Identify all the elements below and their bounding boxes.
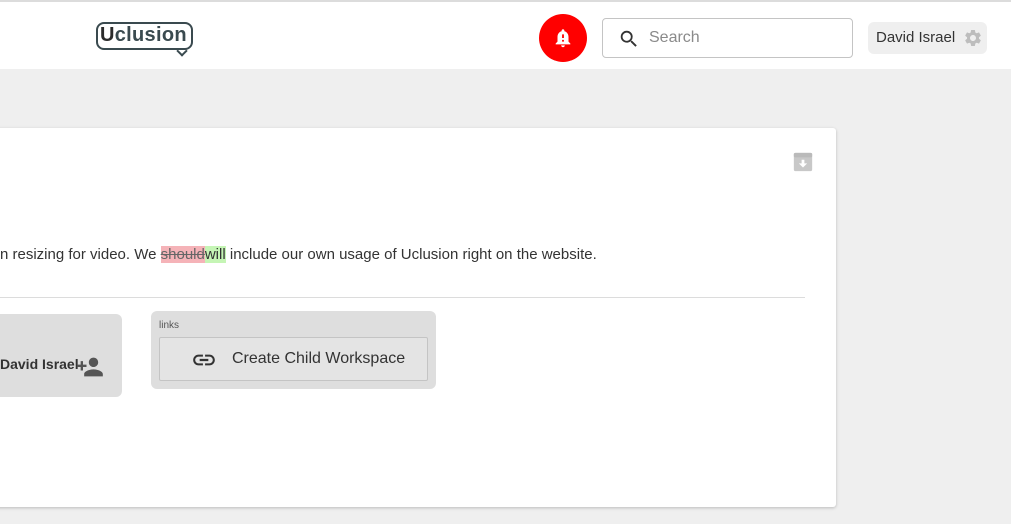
archive-icon[interactable] (792, 151, 814, 173)
search-box[interactable] (602, 18, 853, 58)
bell-alert-icon (555, 29, 571, 48)
divider (0, 297, 805, 298)
deleted-text: should (160, 246, 205, 263)
description-text: n resizing for video. We shouldwill incl… (0, 246, 597, 263)
workspace-card: n resizing for video. We shouldwill incl… (0, 128, 836, 507)
user-menu-button[interactable]: David Israel (868, 22, 987, 54)
link-icon (193, 354, 215, 366)
user-name: David Israel (876, 29, 956, 46)
uclusion-logo[interactable]: Uclusion (96, 20, 194, 57)
links-label: links (159, 320, 180, 331)
assigned-box: David Israel (0, 314, 122, 397)
links-box: links Create Child Workspace (151, 311, 436, 389)
create-child-workspace-label: Create Child Workspace (232, 350, 406, 367)
assignee-name: David Israel (0, 356, 79, 372)
search-input[interactable] (649, 27, 845, 49)
logo-text: Uclusion (100, 24, 187, 46)
create-child-workspace-button[interactable]: Create Child Workspace (159, 337, 428, 381)
top-bar: Uclusion David Israel (0, 0, 1011, 69)
search-icon[interactable] (618, 28, 640, 50)
person-add-icon[interactable] (76, 353, 104, 381)
inserted-text: will (204, 246, 226, 263)
gear-icon[interactable] (963, 28, 983, 48)
notification-button[interactable] (539, 14, 587, 62)
